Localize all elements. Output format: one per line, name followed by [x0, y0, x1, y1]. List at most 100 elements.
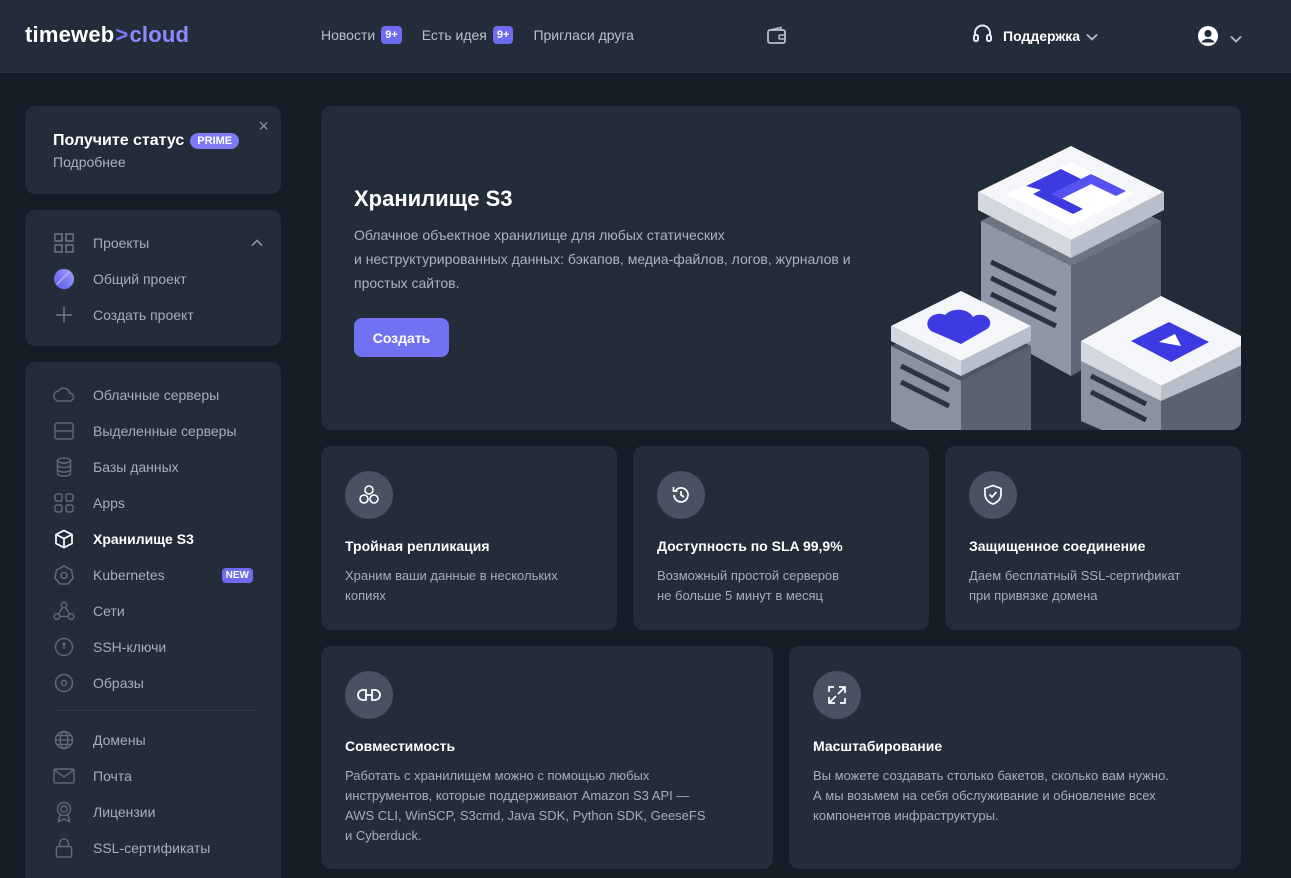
idea-count-badge: 9+	[492, 26, 514, 44]
sidebar-item-images[interactable]: Образы	[53, 672, 263, 694]
database-icon	[53, 456, 75, 478]
feature-description: Возможный простой серверов не больше 5 м…	[657, 566, 907, 606]
sidebar-item-label: Хранилище S3	[93, 531, 194, 547]
promo-title-text: Получите статус	[53, 132, 185, 149]
top-nav: Новости 9+ Есть идея 9+ Пригласи друга	[321, 26, 654, 44]
project-general[interactable]: Общий проект	[53, 268, 263, 290]
wallet-icon[interactable]	[766, 26, 788, 46]
feature-description-line: инструментов, которые поддерживают Amazo…	[345, 788, 690, 803]
sidebar-item-label: Облачные серверы	[93, 387, 220, 403]
chevron-down-icon	[1230, 30, 1242, 48]
chevron-up-icon[interactable]	[251, 234, 263, 250]
feature-description-line: при привязке домена	[969, 588, 1098, 603]
feature-description-line: Возможный простой серверов	[657, 568, 840, 583]
sidebar-nav: Облачные серверы Выделенные серверы Базы…	[25, 362, 281, 878]
sidebar-item-label: Базы данных	[93, 459, 179, 475]
feature-description-line: Даем бесплатный SSL-сертификат	[969, 568, 1181, 583]
create-project-button[interactable]: Создать проект	[53, 304, 263, 326]
hero-description-line: и неструктурированных данных: бэкапов, м…	[354, 251, 851, 267]
sidebar-item-cloud-servers[interactable]: Облачные серверы	[53, 384, 263, 406]
nav-idea-label: Есть идея	[421, 27, 487, 43]
sidebar-item-label: SSL-сертификаты	[93, 840, 211, 856]
sidebar-item-label: Лицензии	[93, 804, 156, 820]
sidebar-item-databases[interactable]: Базы данных	[53, 456, 263, 478]
feature-title: Масштабирование	[813, 738, 943, 754]
projects-header[interactable]: Проекты	[53, 232, 263, 254]
feature-title: Совместимость	[345, 738, 456, 754]
s3-hero-card: Хранилище S3 Облачное объектное хранилищ…	[321, 106, 1241, 430]
nav-invite-label: Пригласи друга	[533, 27, 634, 43]
sidebar-item-licenses[interactable]: Лицензии	[53, 801, 263, 823]
storage-illustration	[891, 146, 1241, 430]
sidebar-item-label: Сети	[93, 603, 125, 619]
sidebar-item-mail[interactable]: Почта	[53, 765, 263, 787]
grid-icon	[53, 232, 75, 254]
feature-description-line: А мы возьмем на себя обслуживание и обно…	[813, 788, 1156, 803]
support-menu[interactable]: Поддержка	[972, 24, 1108, 47]
feature-description-line: копиях	[345, 588, 386, 603]
network-icon	[53, 600, 75, 622]
news-count-badge: 9+	[381, 26, 402, 44]
feature-description: Работать с хранилищем можно с помощью лю…	[345, 766, 745, 846]
prime-promo-card[interactable]: Получите статус PRIME Подробнее ×	[25, 106, 281, 194]
logo[interactable]: timeweb > cloud	[25, 22, 189, 48]
project-general-label: Общий проект	[93, 271, 187, 287]
nav-news[interactable]: Новости 9+	[321, 26, 402, 44]
lock-icon	[53, 837, 75, 859]
logo-text-timeweb: timeweb	[25, 22, 115, 47]
feature-description-line: не больше 5 минут в месяц	[657, 588, 823, 603]
feature-description: Храним ваши данные в нескольких копиях	[345, 566, 595, 606]
feature-description-line: Храним ваши данные в нескольких	[345, 568, 558, 583]
scale-icon	[813, 671, 861, 719]
sidebar-item-label: SSH-ключи	[93, 639, 167, 655]
kubernetes-icon	[53, 564, 75, 586]
sidebar-divider	[53, 710, 255, 711]
user-avatar-icon	[1196, 24, 1220, 53]
feature-description-line: Работать с хранилищем можно с помощью лю…	[345, 768, 650, 783]
feature-description: Вы можете создавать столько бакетов, ско…	[813, 766, 1213, 826]
license-icon	[53, 801, 75, 823]
create-storage-button[interactable]: Создать	[354, 318, 449, 357]
sidebar-item-ssh-keys[interactable]: SSH-ключи	[53, 636, 263, 658]
feature-description-line: Вы можете создавать столько бакетов, ско…	[813, 768, 1169, 783]
new-badge: NEW	[221, 567, 253, 583]
hero-description-line: Облачное объектное хранилище для любых с…	[354, 227, 725, 243]
feature-card-scaling: Масштабирование Вы можете создавать стол…	[789, 646, 1241, 869]
sidebar-item-s3-storage[interactable]: Хранилище S3	[53, 528, 263, 550]
history-icon	[657, 471, 705, 519]
feature-card-compatibility: Совместимость Работать с хранилищем можн…	[321, 646, 773, 869]
sidebar-item-kubernetes[interactable]: Kubernetes NEW	[53, 564, 263, 586]
nav-idea[interactable]: Есть идея 9+	[422, 26, 514, 44]
nav-invite[interactable]: Пригласи друга	[533, 27, 634, 43]
disk-icon	[53, 672, 75, 694]
sidebar-item-label: Почта	[93, 768, 132, 784]
feature-description-line: компонентов инфраструктуры.	[813, 808, 999, 823]
close-icon[interactable]: ×	[258, 116, 269, 137]
sidebar-item-apps[interactable]: Apps	[53, 492, 263, 514]
key-icon	[53, 636, 75, 658]
feature-description-line: и Cyberduck.	[345, 828, 422, 843]
replication-icon	[345, 471, 393, 519]
feature-card-secure-connection: Защищенное соединение Даем бесплатный SS…	[945, 446, 1241, 630]
compatibility-icon	[345, 671, 393, 719]
sidebar-item-networks[interactable]: Сети	[53, 600, 263, 622]
prime-badge: PRIME	[190, 133, 240, 149]
server-icon	[53, 420, 75, 442]
user-menu[interactable]	[1196, 24, 1242, 53]
sidebar-item-domains[interactable]: Домены	[53, 729, 263, 751]
promo-more-link[interactable]: Подробнее	[53, 154, 126, 170]
create-project-label: Создать проект	[93, 307, 194, 323]
top-bar: timeweb > cloud Новости 9+ Есть идея 9+ …	[0, 0, 1291, 73]
sidebar-item-ssl-certificates[interactable]: SSL-сертификаты	[53, 837, 263, 859]
nav-news-label: Новости	[321, 27, 376, 43]
sidebar-item-dedicated-servers[interactable]: Выделенные серверы	[53, 420, 263, 442]
mail-icon	[53, 765, 75, 787]
feature-card-sla: Доступность по SLA 99,9% Возможный прост…	[633, 446, 929, 630]
sidebar-item-label: Kubernetes	[93, 567, 165, 583]
cloud-icon	[53, 384, 75, 406]
feature-title: Тройная репликация	[345, 538, 490, 554]
hero-description-line: простых сайтов.	[354, 275, 460, 291]
shield-check-icon	[969, 471, 1017, 519]
sidebar-item-label: Домены	[93, 732, 146, 748]
sidebar-item-label: Apps	[93, 495, 125, 511]
